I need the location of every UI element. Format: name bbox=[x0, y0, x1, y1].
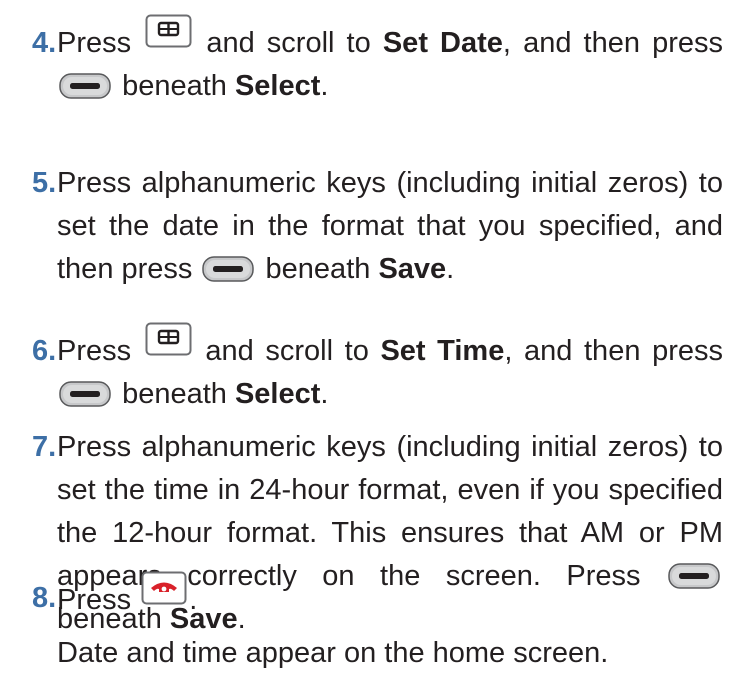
menu-item-name: Set Date bbox=[382, 27, 503, 59]
soft-key-icon bbox=[202, 256, 255, 282]
text: , and then bbox=[502, 27, 640, 59]
result-note: Date and time appear on the home screen. bbox=[57, 637, 609, 669]
text: and scroll to bbox=[205, 335, 369, 367]
softkey-label: Save bbox=[378, 253, 447, 285]
step-text: Press alphanumeric keys (including initi… bbox=[57, 162, 723, 291]
text: and scroll to bbox=[206, 27, 371, 59]
text: beneath bbox=[265, 253, 371, 285]
text: beneath bbox=[122, 70, 227, 102]
softkey-label: Select bbox=[234, 378, 321, 410]
text: press bbox=[652, 335, 723, 367]
text: Press bbox=[57, 27, 132, 59]
text: Press bbox=[57, 335, 132, 367]
step-text: Press and scroll to Set Time, and then p… bbox=[57, 322, 723, 416]
text: . bbox=[320, 70, 329, 102]
menu-item-name: Set Time bbox=[380, 335, 505, 367]
menu-key-icon bbox=[145, 14, 192, 48]
soft-key-icon bbox=[59, 73, 111, 99]
step-text: Press . bbox=[57, 571, 723, 622]
text: press bbox=[652, 27, 723, 59]
text: . bbox=[189, 584, 198, 616]
text: Press bbox=[57, 584, 132, 616]
text: beneath bbox=[122, 378, 227, 410]
end-call-key-icon bbox=[141, 571, 187, 605]
instruction-page: 4. Press and scroll to Set Date, and the… bbox=[0, 0, 731, 682]
step-number: 8. bbox=[32, 582, 57, 614]
text: . bbox=[446, 253, 455, 285]
menu-key-icon bbox=[145, 322, 192, 356]
step-number: 4. bbox=[32, 27, 57, 59]
text: , and then bbox=[504, 335, 641, 367]
soft-key-icon bbox=[59, 381, 111, 407]
text: Press alphanumeric keys (including initi… bbox=[57, 431, 723, 592]
step-text: Press and scroll to Set Date, and then p… bbox=[57, 14, 723, 108]
text: . bbox=[320, 378, 329, 410]
step-number: 6. bbox=[32, 335, 57, 367]
step-number: 7. bbox=[32, 431, 57, 463]
step-number: 5. bbox=[32, 167, 57, 199]
softkey-label: Select bbox=[234, 70, 321, 102]
